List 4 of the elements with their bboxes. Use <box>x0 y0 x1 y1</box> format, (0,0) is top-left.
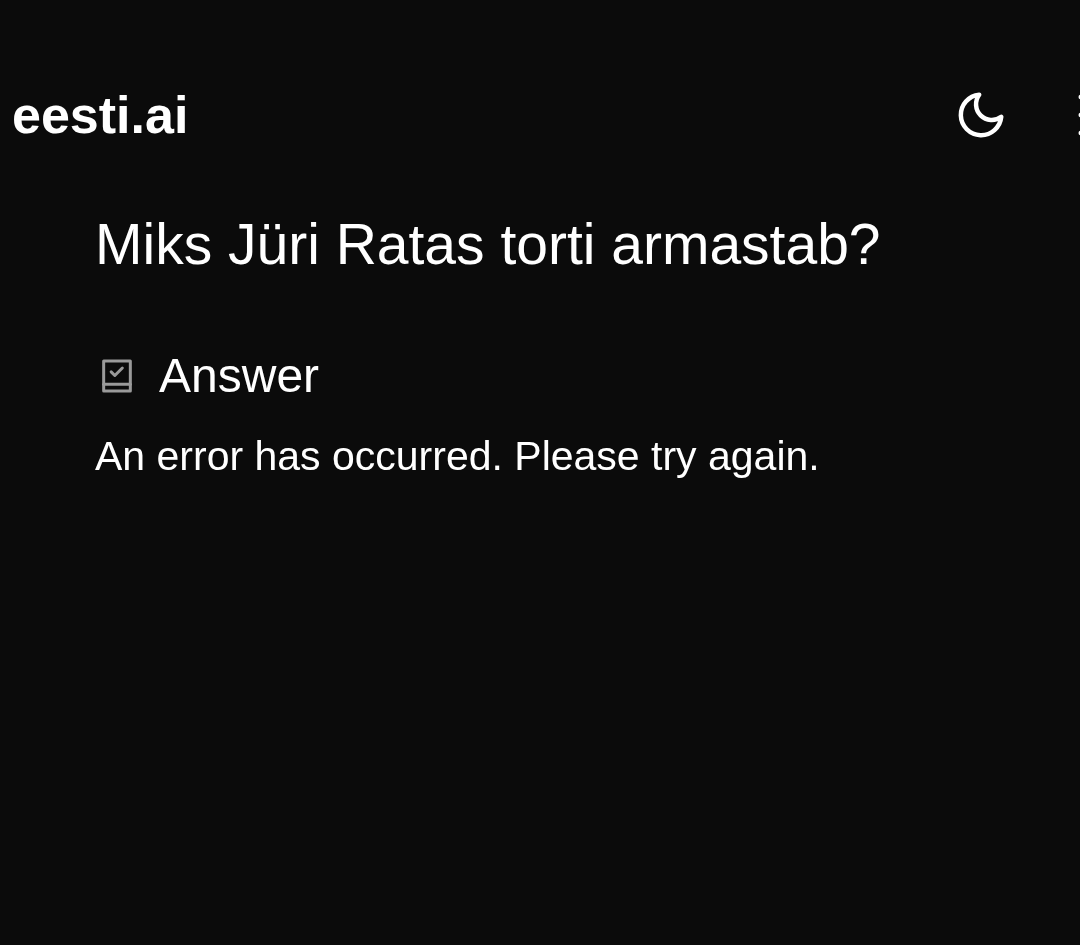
question-title: Miks Jüri Ratas torti armastab? <box>95 211 882 278</box>
answer-heading: Answer <box>159 348 320 404</box>
site-logo[interactable]: eesti.ai <box>12 89 189 141</box>
error-message: An error has occurred. Please try again. <box>95 433 821 481</box>
